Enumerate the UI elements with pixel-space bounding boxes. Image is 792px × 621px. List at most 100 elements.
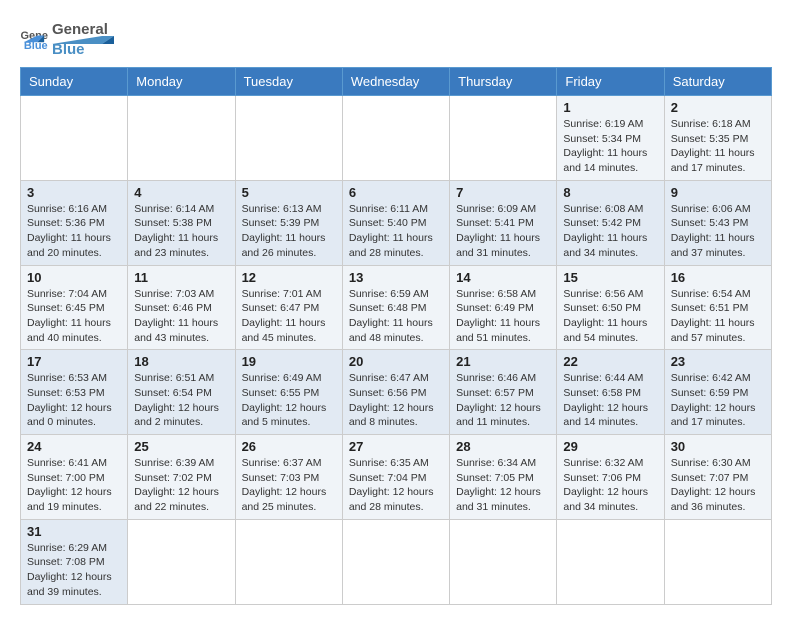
- day-number: 17: [27, 354, 121, 369]
- day-info: Sunrise: 6:51 AM Sunset: 6:54 PM Dayligh…: [134, 371, 228, 430]
- calendar-header-row: SundayMondayTuesdayWednesdayThursdayFrid…: [21, 68, 772, 96]
- day-number: 2: [671, 100, 765, 115]
- calendar-week-row: 24 Sunrise: 6:41 AM Sunset: 7:00 PM Dayli…: [21, 435, 772, 520]
- day-number: 22: [563, 354, 657, 369]
- day-info: Sunrise: 6:49 AM Sunset: 6:55 PM Dayligh…: [242, 371, 336, 430]
- calendar-cell: [557, 519, 664, 604]
- day-info: Sunrise: 6:39 AM Sunset: 7:02 PM Dayligh…: [134, 456, 228, 515]
- calendar-cell: 19 Sunrise: 6:49 AM Sunset: 6:55 PM Dayli…: [235, 350, 342, 435]
- day-info: Sunrise: 6:08 AM Sunset: 5:42 PM Dayligh…: [563, 202, 657, 261]
- day-info: Sunrise: 7:01 AM Sunset: 6:47 PM Dayligh…: [242, 287, 336, 346]
- calendar-cell: 6 Sunrise: 6:11 AM Sunset: 5:40 PM Daylig…: [342, 180, 449, 265]
- day-number: 27: [349, 439, 443, 454]
- svg-text:General: General: [52, 21, 108, 38]
- day-info: Sunrise: 6:11 AM Sunset: 5:40 PM Dayligh…: [349, 202, 443, 261]
- day-number: 16: [671, 270, 765, 285]
- day-info: Sunrise: 6:35 AM Sunset: 7:04 PM Dayligh…: [349, 456, 443, 515]
- header: General Blue General Blue: [20, 16, 772, 59]
- calendar-cell: 8 Sunrise: 6:08 AM Sunset: 5:42 PM Daylig…: [557, 180, 664, 265]
- calendar-cell: 28 Sunrise: 6:34 AM Sunset: 7:05 PM Dayli…: [450, 435, 557, 520]
- day-number: 10: [27, 270, 121, 285]
- calendar-cell: [21, 96, 128, 181]
- calendar-cell: 4Sunrise: 6:14 AM Sunset: 5:38 PM Daylig…: [128, 180, 235, 265]
- calendar-cell: 9 Sunrise: 6:06 AM Sunset: 5:43 PM Daylig…: [664, 180, 771, 265]
- day-number: 23: [671, 354, 765, 369]
- day-number: 30: [671, 439, 765, 454]
- day-info: Sunrise: 6:32 AM Sunset: 7:06 PM Dayligh…: [563, 456, 657, 515]
- day-number: 28: [456, 439, 550, 454]
- calendar-cell: 26Sunrise: 6:37 AM Sunset: 7:03 PM Dayli…: [235, 435, 342, 520]
- day-info: Sunrise: 6:53 AM Sunset: 6:53 PM Dayligh…: [27, 371, 121, 430]
- logo: General Blue General Blue: [20, 16, 142, 59]
- day-info: Sunrise: 6:37 AM Sunset: 7:03 PM Dayligh…: [242, 456, 336, 515]
- calendar-cell: 5Sunrise: 6:13 AM Sunset: 5:39 PM Daylig…: [235, 180, 342, 265]
- day-info: Sunrise: 6:06 AM Sunset: 5:43 PM Dayligh…: [671, 202, 765, 261]
- calendar-cell: 1Sunrise: 6:19 AM Sunset: 5:34 PM Daylig…: [557, 96, 664, 181]
- day-of-week-header: Monday: [128, 68, 235, 96]
- day-info: Sunrise: 6:54 AM Sunset: 6:51 PM Dayligh…: [671, 287, 765, 346]
- day-number: 19: [242, 354, 336, 369]
- day-of-week-header: Tuesday: [235, 68, 342, 96]
- calendar-cell: 24 Sunrise: 6:41 AM Sunset: 7:00 PM Dayli…: [21, 435, 128, 520]
- calendar-cell: [235, 519, 342, 604]
- calendar-cell: [664, 519, 771, 604]
- calendar-week-row: 10 Sunrise: 7:04 AM Sunset: 6:45 PM Dayli…: [21, 265, 772, 350]
- day-number: 6: [349, 185, 443, 200]
- day-number: 12: [242, 270, 336, 285]
- day-number: 31: [27, 524, 121, 539]
- day-number: 3: [27, 185, 121, 200]
- calendar-cell: [235, 96, 342, 181]
- calendar-cell: 10 Sunrise: 7:04 AM Sunset: 6:45 PM Dayli…: [21, 265, 128, 350]
- calendar-cell: 17 Sunrise: 6:53 AM Sunset: 6:53 PM Dayli…: [21, 350, 128, 435]
- calendar-cell: [342, 519, 449, 604]
- day-info: Sunrise: 6:29 AM Sunset: 7:08 PM Dayligh…: [27, 541, 121, 600]
- calendar-cell: [450, 519, 557, 604]
- calendar-cell: 29 Sunrise: 6:32 AM Sunset: 7:06 PM Dayli…: [557, 435, 664, 520]
- day-info: Sunrise: 7:04 AM Sunset: 6:45 PM Dayligh…: [27, 287, 121, 346]
- calendar-cell: 23 Sunrise: 6:42 AM Sunset: 6:59 PM Dayli…: [664, 350, 771, 435]
- day-number: 21: [456, 354, 550, 369]
- svg-text:Blue: Blue: [24, 40, 48, 49]
- day-info: Sunrise: 6:34 AM Sunset: 7:05 PM Dayligh…: [456, 456, 550, 515]
- day-of-week-header: Saturday: [664, 68, 771, 96]
- logo-icon: General Blue: [20, 27, 48, 49]
- calendar-cell: 27 Sunrise: 6:35 AM Sunset: 7:04 PM Dayli…: [342, 435, 449, 520]
- day-number: 8: [563, 185, 657, 200]
- calendar-cell: 11Sunrise: 7:03 AM Sunset: 6:46 PM Dayli…: [128, 265, 235, 350]
- day-number: 14: [456, 270, 550, 285]
- calendar-cell: 13 Sunrise: 6:59 AM Sunset: 6:48 PM Dayli…: [342, 265, 449, 350]
- day-number: 13: [349, 270, 443, 285]
- day-info: Sunrise: 6:30 AM Sunset: 7:07 PM Dayligh…: [671, 456, 765, 515]
- day-info: Sunrise: 6:42 AM Sunset: 6:59 PM Dayligh…: [671, 371, 765, 430]
- day-number: 9: [671, 185, 765, 200]
- day-number: 15: [563, 270, 657, 285]
- calendar-cell: 18Sunrise: 6:51 AM Sunset: 6:54 PM Dayli…: [128, 350, 235, 435]
- day-number: 20: [349, 354, 443, 369]
- day-info: Sunrise: 6:09 AM Sunset: 5:41 PM Dayligh…: [456, 202, 550, 261]
- day-number: 24: [27, 439, 121, 454]
- day-info: Sunrise: 6:59 AM Sunset: 6:48 PM Dayligh…: [349, 287, 443, 346]
- calendar-cell: [128, 96, 235, 181]
- day-number: 4: [134, 185, 228, 200]
- day-info: Sunrise: 7:03 AM Sunset: 6:46 PM Dayligh…: [134, 287, 228, 346]
- day-number: 7: [456, 185, 550, 200]
- day-number: 25: [134, 439, 228, 454]
- calendar-cell: 15Sunrise: 6:56 AM Sunset: 6:50 PM Dayli…: [557, 265, 664, 350]
- calendar-cell: 3 Sunrise: 6:16 AM Sunset: 5:36 PM Daylig…: [21, 180, 128, 265]
- calendar-week-row: 1Sunrise: 6:19 AM Sunset: 5:34 PM Daylig…: [21, 96, 772, 181]
- svg-text:Blue: Blue: [52, 41, 85, 56]
- day-info: Sunrise: 6:44 AM Sunset: 6:58 PM Dayligh…: [563, 371, 657, 430]
- day-info: Sunrise: 6:41 AM Sunset: 7:00 PM Dayligh…: [27, 456, 121, 515]
- calendar-cell: [450, 96, 557, 181]
- calendar-table: SundayMondayTuesdayWednesdayThursdayFrid…: [20, 67, 772, 605]
- calendar-cell: 22 Sunrise: 6:44 AM Sunset: 6:58 PM Dayli…: [557, 350, 664, 435]
- day-info: Sunrise: 6:16 AM Sunset: 5:36 PM Dayligh…: [27, 202, 121, 261]
- calendar-cell: 25 Sunrise: 6:39 AM Sunset: 7:02 PM Dayli…: [128, 435, 235, 520]
- calendar-cell: 14Sunrise: 6:58 AM Sunset: 6:49 PM Dayli…: [450, 265, 557, 350]
- calendar-week-row: 3 Sunrise: 6:16 AM Sunset: 5:36 PM Daylig…: [21, 180, 772, 265]
- day-number: 29: [563, 439, 657, 454]
- day-number: 5: [242, 185, 336, 200]
- calendar-cell: [342, 96, 449, 181]
- calendar-week-row: 17 Sunrise: 6:53 AM Sunset: 6:53 PM Dayli…: [21, 350, 772, 435]
- calendar-cell: 7 Sunrise: 6:09 AM Sunset: 5:41 PM Daylig…: [450, 180, 557, 265]
